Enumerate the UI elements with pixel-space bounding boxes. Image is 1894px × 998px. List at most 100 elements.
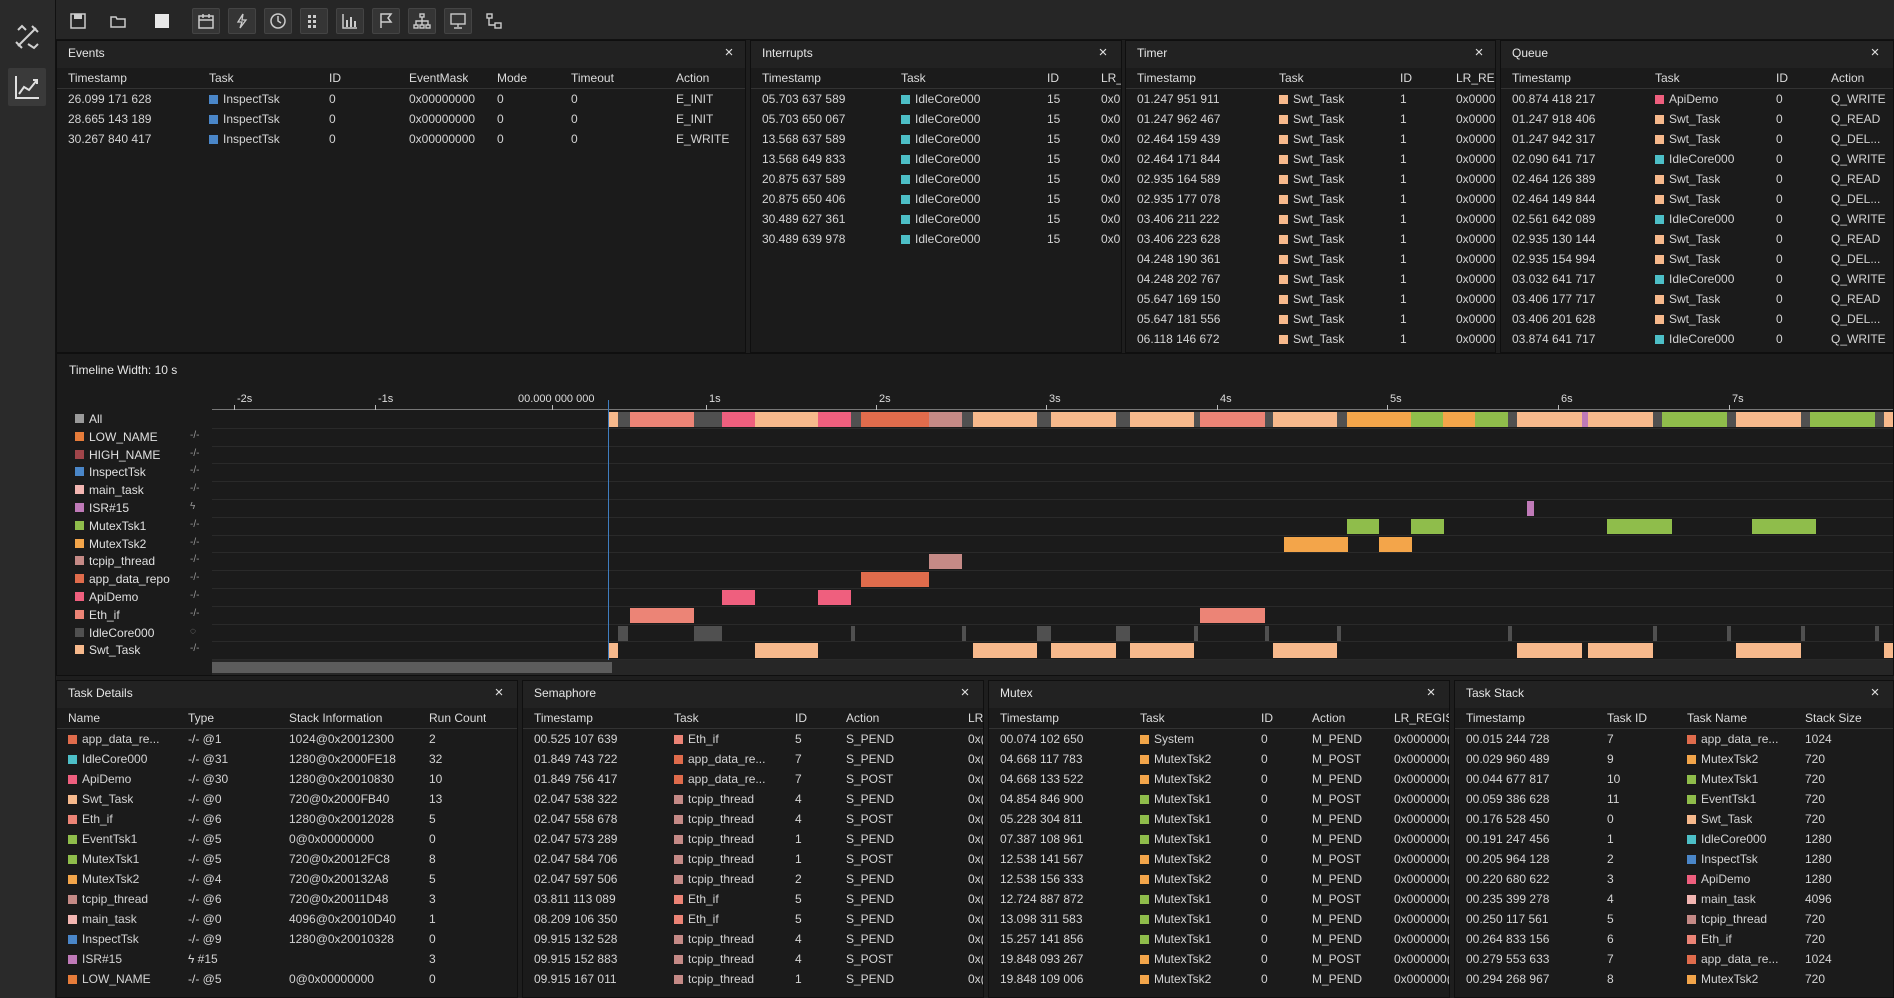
timeline-task-row[interactable]: HIGH_NAME -/- bbox=[57, 446, 212, 464]
table-row[interactable]: 28.665 143 189 InspectTsk 0 0x00000000 0 0 E_I… bbox=[57, 109, 745, 129]
table-row[interactable]: 01.247 918 406 Swt_Task 0 Q_READ bbox=[1501, 109, 1893, 129]
table-row[interactable]: Eth_if -/- @6 1280@0x20012028 5 bbox=[57, 809, 517, 829]
table-row[interactable]: 20.875 637 589 IdleCore000 15 0x0( bbox=[751, 169, 1121, 189]
column-header[interactable]: ID bbox=[1047, 72, 1059, 85]
table-row[interactable]: tcpip_thread -/- @6 720@0x20011D48 3 bbox=[57, 889, 517, 909]
table-row[interactable]: 03.406 223 628 Swt_Task 1 0x0000( bbox=[1126, 229, 1495, 249]
timeline-segment[interactable] bbox=[851, 626, 855, 641]
table-row[interactable]: 00.176 528 450 0 Swt_Task 720 bbox=[1455, 809, 1893, 829]
timeline-task-row[interactable]: app_data_repo -/- bbox=[57, 570, 212, 588]
timeline-segment[interactable] bbox=[1607, 519, 1672, 534]
table-row[interactable]: EventTsk1 -/- @5 0@0x00000000 0 bbox=[57, 829, 517, 849]
table-row[interactable]: 07.387 108 961 MutexTsk1 0 M_PEND 0x000000( bbox=[989, 829, 1449, 849]
timeline-segment[interactable] bbox=[1265, 626, 1269, 641]
timeline-segment[interactable] bbox=[1200, 608, 1265, 623]
table-row[interactable]: 00.874 418 217 ApiDemo 0 Q_WRITE bbox=[1501, 89, 1893, 109]
table-row[interactable]: MutexTsk1 -/- @5 720@0x20012FC8 8 bbox=[57, 849, 517, 869]
timeline-segment[interactable] bbox=[1273, 412, 1337, 427]
timeline-segment[interactable] bbox=[929, 412, 962, 427]
table-row[interactable]: 01.849 743 722 app_data_re... 7 S_PEND 0x( bbox=[523, 749, 983, 769]
table-row[interactable]: 02.561 642 089 IdleCore000 0 Q_WRITE bbox=[1501, 209, 1893, 229]
timeline-segment[interactable] bbox=[755, 412, 818, 427]
close-icon[interactable]: × bbox=[722, 45, 736, 60]
table-row[interactable]: 03.874 641 717 IdleCore000 0 Q_WRITE bbox=[1501, 329, 1893, 349]
table-row[interactable]: 02.935 154 994 Swt_Task 0 Q_DEL... bbox=[1501, 249, 1893, 269]
timeline-task-row[interactable]: LOW_NAME -/- bbox=[57, 428, 212, 446]
table-row[interactable]: 02.047 597 506 tcpip_thread 2 S_PEND 0x( bbox=[523, 869, 983, 889]
table-row[interactable]: 13.568 637 589 IdleCore000 15 0x0( bbox=[751, 129, 1121, 149]
timeline-segment[interactable] bbox=[1051, 412, 1116, 427]
table-row[interactable]: 00.220 680 622 3 ApiDemo 1280 bbox=[1455, 869, 1893, 889]
table-row[interactable]: 30.267 840 417 InspectTsk 0 0x00000000 0 0 E_W… bbox=[57, 129, 745, 149]
table-row[interactable]: 12.538 141 567 MutexTsk2 0 M_POST 0x000000( bbox=[989, 849, 1449, 869]
timeline-segment[interactable] bbox=[962, 626, 966, 641]
table-row[interactable]: 05.703 637 589 IdleCore000 15 0x0( bbox=[751, 89, 1121, 109]
table-row[interactable]: 05.647 169 150 Swt_Task 1 0x0000( bbox=[1126, 289, 1495, 309]
timeline-segment[interactable] bbox=[1475, 412, 1508, 427]
table-row[interactable]: 13.568 649 833 IdleCore000 15 0x0( bbox=[751, 149, 1121, 169]
table-row[interactable]: 06.118 146 672 Swt_Task 1 0x0000( bbox=[1126, 329, 1495, 349]
table-row[interactable]: 03.032 641 717 IdleCore000 0 Q_WRITE bbox=[1501, 269, 1893, 289]
table-row[interactable]: main_task -/- @0 4096@0x20010D40 1 bbox=[57, 909, 517, 929]
table-row[interactable]: 13.098 311 583 MutexTsk1 0 M_PEND 0x000000( bbox=[989, 909, 1449, 929]
timeline-task-row[interactable]: Swt_Task -/- bbox=[57, 641, 212, 659]
timeline-segment[interactable] bbox=[1508, 626, 1512, 641]
flag-icon[interactable] bbox=[372, 8, 400, 34]
table-row[interactable]: 00.015 244 728 7 app_data_re... 1024 bbox=[1455, 729, 1893, 749]
column-header[interactable]: ID bbox=[1400, 72, 1412, 85]
column-header[interactable]: Type bbox=[188, 712, 214, 725]
timeline-segment[interactable] bbox=[1810, 412, 1875, 427]
timeline-task-row[interactable]: IdleCore000 ◌ bbox=[57, 624, 212, 642]
column-header[interactable]: Task bbox=[1655, 72, 1680, 85]
table-row[interactable]: ISR#15 ϟ #15 3 bbox=[57, 949, 517, 969]
timeline-segment[interactable] bbox=[618, 626, 628, 641]
timeline-segment[interactable] bbox=[1801, 626, 1805, 641]
close-icon[interactable]: × bbox=[1472, 45, 1486, 60]
timeline-segment[interactable] bbox=[1284, 537, 1348, 552]
table-row[interactable]: 09.915 132 528 tcpip_thread 4 S_PEND 0x( bbox=[523, 929, 983, 949]
timeline-segment[interactable] bbox=[1517, 412, 1582, 427]
table-row[interactable]: 09.915 152 883 tcpip_thread 4 S_POST 0x( bbox=[523, 949, 983, 969]
column-header[interactable]: Task bbox=[1140, 712, 1165, 725]
monitor-icon[interactable] bbox=[444, 8, 472, 34]
timeline-segment[interactable] bbox=[755, 643, 818, 658]
column-header[interactable]: LR bbox=[968, 712, 983, 725]
table-row[interactable]: 12.724 887 872 MutexTsk1 0 M_POST 0x000000( bbox=[989, 889, 1449, 909]
table-row[interactable]: 00.044 677 817 10 MutexTsk1 720 bbox=[1455, 769, 1893, 789]
save-icon[interactable] bbox=[64, 8, 92, 34]
table-row[interactable]: 00.059 386 628 11 EventTsk1 720 bbox=[1455, 789, 1893, 809]
close-icon[interactable]: × bbox=[1424, 685, 1438, 700]
table-row[interactable]: 02.047 584 706 tcpip_thread 1 S_POST 0x( bbox=[523, 849, 983, 869]
column-header[interactable]: Task bbox=[1279, 72, 1304, 85]
timeline-segment[interactable] bbox=[929, 554, 962, 569]
table-row[interactable]: 20.875 650 406 IdleCore000 15 0x0( bbox=[751, 189, 1121, 209]
timeline-task-row[interactable]: ApiDemo -/- bbox=[57, 588, 212, 606]
column-header[interactable]: Task ID bbox=[1607, 712, 1647, 725]
column-header[interactable]: Task bbox=[209, 72, 234, 85]
table-row[interactable]: 02.047 573 289 tcpip_thread 1 S_PEND 0x( bbox=[523, 829, 983, 849]
table-row[interactable]: 26.099 171 628 InspectTsk 0 0x00000000 0 0 E_I… bbox=[57, 89, 745, 109]
table-row[interactable]: 02.935 130 144 Swt_Task 0 Q_READ bbox=[1501, 229, 1893, 249]
close-icon[interactable]: × bbox=[1096, 45, 1110, 60]
table-row[interactable]: MutexTsk2 -/- @4 720@0x200132A8 5 bbox=[57, 869, 517, 889]
timeline-task-row[interactable]: Eth_if -/- bbox=[57, 606, 212, 624]
table-row[interactable]: 05.647 181 556 Swt_Task 1 0x0000( bbox=[1126, 309, 1495, 329]
close-icon[interactable]: × bbox=[1868, 685, 1882, 700]
timeline-segment[interactable] bbox=[630, 412, 694, 427]
timeline-segment[interactable] bbox=[1411, 519, 1444, 534]
column-header[interactable]: Name bbox=[68, 712, 100, 725]
timeline-segment[interactable] bbox=[1527, 501, 1534, 516]
table-row[interactable]: 03.811 113 089 Eth_if 5 S_PEND 0x( bbox=[523, 889, 983, 909]
table-row[interactable]: IdleCore000 -/- @31 1280@0x2000FE18 32 bbox=[57, 749, 517, 769]
column-header[interactable]: Stack Information bbox=[289, 712, 382, 725]
clock-icon[interactable] bbox=[264, 8, 292, 34]
timeline-segment[interactable] bbox=[818, 412, 851, 427]
table-row[interactable]: 30.489 627 361 IdleCore000 15 0x0( bbox=[751, 209, 1121, 229]
table-row[interactable]: 03.406 177 717 Swt_Task 0 Q_READ bbox=[1501, 289, 1893, 309]
column-header[interactable]: ID bbox=[795, 712, 807, 725]
table-row[interactable]: 00.205 964 128 2 InspectTsk 1280 bbox=[1455, 849, 1893, 869]
table-row[interactable]: 01.247 951 911 Swt_Task 1 0x0000( bbox=[1126, 89, 1495, 109]
timeline-segment[interactable] bbox=[1884, 643, 1893, 658]
timeline-segment[interactable] bbox=[1801, 412, 1810, 427]
timeline-segment[interactable] bbox=[1265, 412, 1273, 427]
